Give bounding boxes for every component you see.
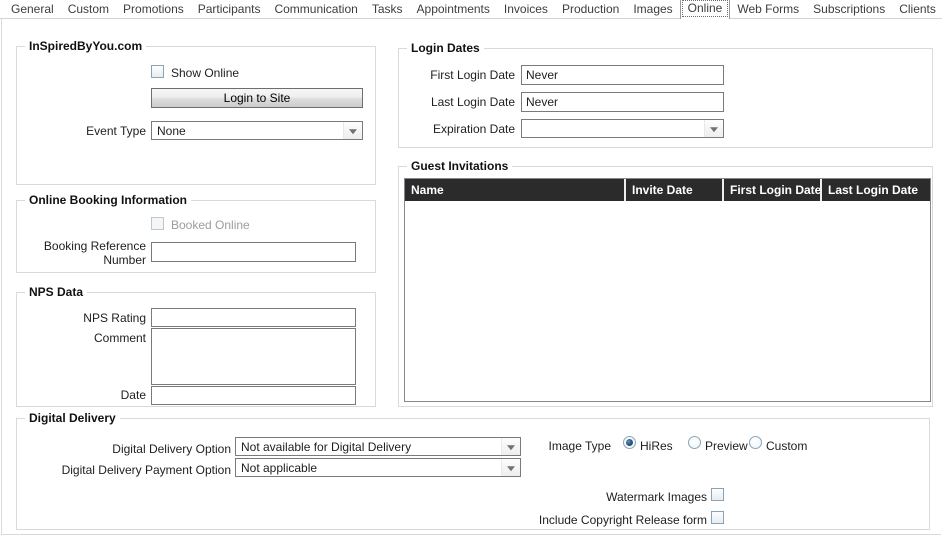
tab-subscriptions[interactable]: Subscriptions — [806, 0, 892, 18]
nps-comment-label: Comment — [17, 331, 146, 345]
nps-rating-input[interactable] — [151, 308, 356, 327]
guest-invitations-table: Name Invite Date First Login Date Last L… — [404, 178, 931, 402]
group-nps-data-title: NPS Data — [25, 285, 87, 299]
first-login-date-input[interactable] — [521, 65, 724, 85]
tab-images[interactable]: Images — [626, 0, 679, 18]
event-type-label: Event Type — [17, 124, 146, 138]
tab-online[interactable]: Online — [680, 0, 731, 19]
image-type-hires-radio[interactable] — [623, 436, 636, 449]
chevron-down-icon — [343, 122, 362, 139]
group-inspiredbyyou: InSpiredByYou.com Show Online Login to S… — [16, 46, 376, 185]
image-type-preview-radio[interactable] — [688, 436, 701, 449]
show-online-checkbox[interactable] — [151, 65, 164, 78]
digital-delivery-payment-option-dropdown[interactable]: Not applicable — [235, 458, 521, 477]
chevron-down-icon — [501, 459, 520, 476]
group-digital-delivery: Digital Delivery Digital Delivery Option… — [16, 418, 930, 530]
include-copyright-release-checkbox[interactable] — [711, 511, 724, 524]
digital-delivery-payment-option-value: Not applicable — [241, 461, 317, 475]
page-bottom-border — [1, 534, 941, 535]
guest-invitations-table-header: Name Invite Date First Login Date Last L… — [405, 179, 930, 201]
column-header-last-login-date[interactable]: Last Login Date — [820, 179, 930, 201]
tab-communication[interactable]: Communication — [267, 0, 364, 18]
show-online-label: Show Online — [171, 66, 239, 80]
column-header-first-login-date[interactable]: First Login Date — [722, 179, 820, 201]
group-inspiredbyyou-title: InSpiredByYou.com — [25, 39, 146, 53]
column-header-invite-date[interactable]: Invite Date — [624, 179, 722, 201]
last-login-date-label: Last Login Date — [399, 95, 515, 109]
tab-participants[interactable]: Participants — [191, 0, 268, 18]
group-login-dates-title: Login Dates — [407, 41, 484, 55]
group-login-dates: Login Dates First Login Date Last Login … — [398, 48, 933, 148]
tab-appointments[interactable]: Appointments — [410, 0, 497, 18]
group-online-booking-title: Online Booking Information — [25, 193, 191, 207]
watermark-images-label: Watermark Images — [417, 490, 707, 504]
login-to-site-button[interactable]: Login to Site — [151, 88, 363, 108]
tab-custom[interactable]: Custom — [61, 0, 116, 18]
group-guest-invitations-title: Guest Invitations — [407, 159, 512, 173]
image-type-custom-label: Custom — [766, 439, 807, 453]
tab-bar: General Custom Promotions Participants C… — [0, 0, 942, 19]
tab-tasks[interactable]: Tasks — [365, 0, 410, 18]
group-guest-invitations: Guest Invitations Name Invite Date First… — [398, 166, 933, 407]
booked-online-checkbox — [151, 217, 164, 230]
group-online-booking: Online Booking Information Booked Online… — [16, 200, 376, 273]
nps-rating-label: NPS Rating — [17, 311, 146, 325]
nps-date-input[interactable] — [151, 386, 356, 405]
guest-invitations-table-body — [405, 201, 930, 401]
chevron-down-icon — [704, 120, 723, 137]
digital-delivery-payment-option-label: Digital Delivery Payment Option — [17, 463, 231, 477]
first-login-date-label: First Login Date — [399, 68, 515, 82]
image-type-custom-radio[interactable] — [749, 436, 762, 449]
tab-web-forms[interactable]: Web Forms — [730, 0, 806, 18]
tab-invoices[interactable]: Invoices — [497, 0, 555, 18]
nps-date-label: Date — [17, 388, 146, 402]
last-login-date-input[interactable] — [521, 92, 724, 112]
column-header-name[interactable]: Name — [405, 179, 624, 201]
group-nps-data: NPS Data NPS Rating Comment Date — [16, 292, 376, 407]
booking-reference-input[interactable] — [151, 242, 356, 262]
include-copyright-release-label: Include Copyright Release form — [417, 513, 707, 527]
online-tab-page: General Custom Promotions Participants C… — [0, 0, 942, 540]
event-type-dropdown[interactable]: None — [151, 121, 363, 140]
group-digital-delivery-title: Digital Delivery — [25, 411, 120, 425]
tab-clients[interactable]: Clients — [892, 0, 942, 18]
nps-comment-textarea[interactable] — [151, 328, 356, 385]
image-type-preview-label: Preview — [705, 439, 748, 453]
digital-delivery-option-value: Not available for Digital Delivery — [241, 440, 411, 454]
image-type-label: Image Type — [457, 439, 611, 453]
tab-general[interactable]: General — [4, 0, 61, 18]
tab-production[interactable]: Production — [555, 0, 626, 18]
digital-delivery-option-label: Digital Delivery Option — [17, 442, 231, 456]
image-type-hires-label: HiRes — [640, 439, 673, 453]
booked-online-label: Booked Online — [171, 218, 250, 232]
expiration-date-dropdown[interactable] — [521, 119, 724, 138]
booking-reference-label: Booking Reference Number — [31, 239, 146, 267]
page-left-border — [1, 19, 2, 535]
expiration-date-label: Expiration Date — [399, 122, 515, 136]
watermark-images-checkbox[interactable] — [711, 488, 724, 501]
event-type-value: None — [157, 124, 186, 138]
tab-promotions[interactable]: Promotions — [116, 0, 191, 18]
